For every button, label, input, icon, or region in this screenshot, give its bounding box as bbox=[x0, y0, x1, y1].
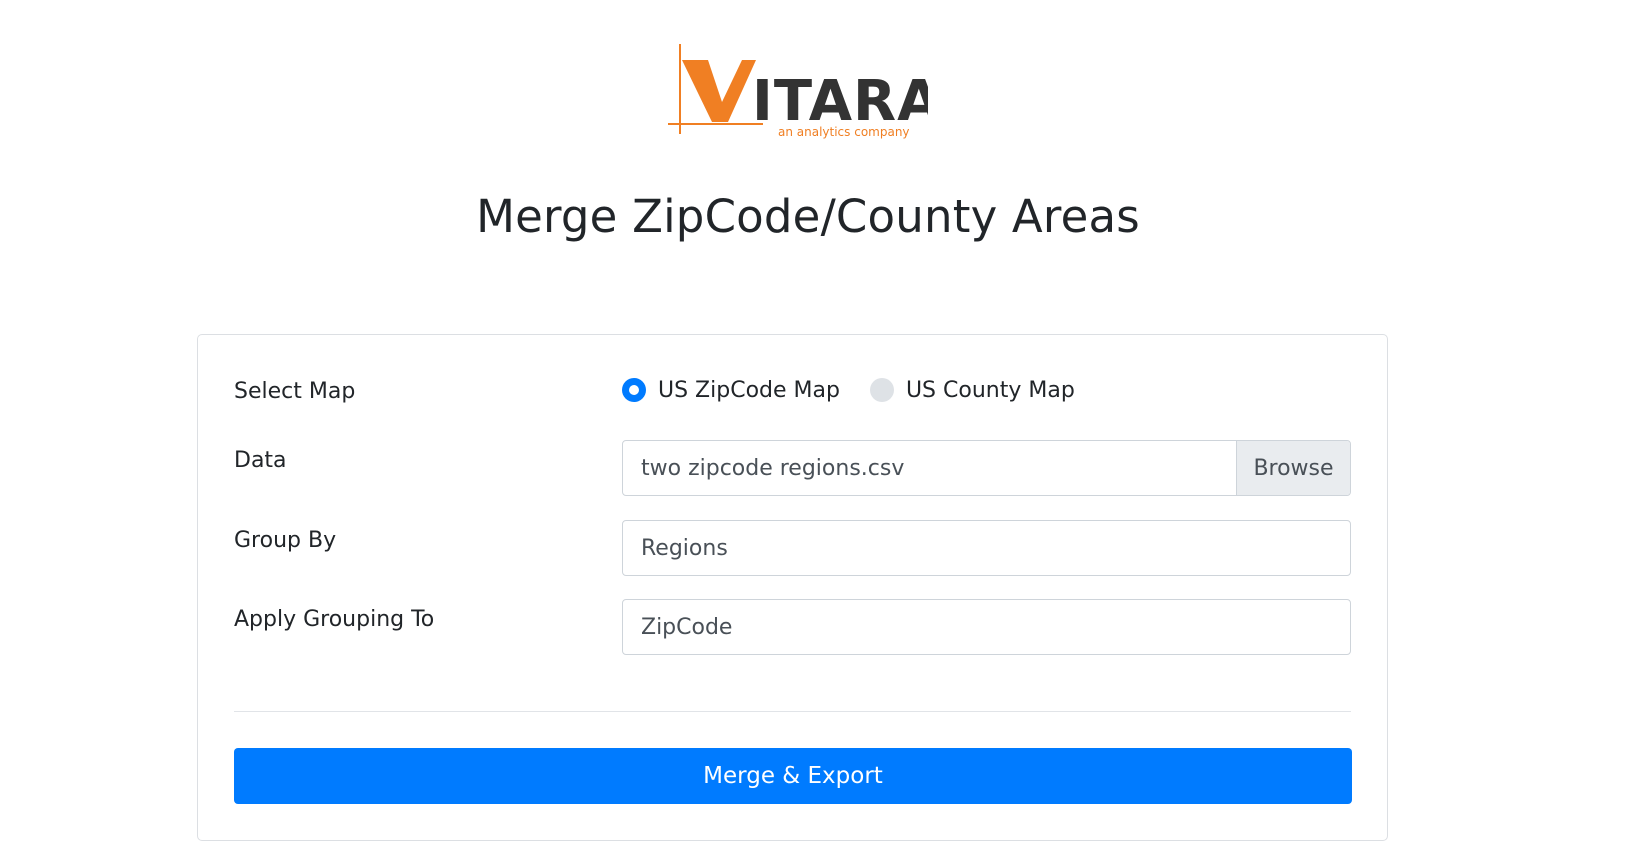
radio-us-zipcode-map[interactable]: US ZipCode Map bbox=[622, 378, 840, 403]
group-by-label: Group By bbox=[234, 528, 337, 553]
apply-grouping-to-label: Apply Grouping To bbox=[234, 607, 435, 632]
radio-checked-icon[interactable] bbox=[622, 378, 646, 402]
form-divider bbox=[234, 711, 1351, 712]
radio-unchecked-icon[interactable] bbox=[869, 378, 894, 402]
browse-button[interactable]: Browse bbox=[1236, 441, 1350, 495]
radio-us-county-map[interactable]: US County Map bbox=[869, 378, 1075, 403]
data-file-input[interactable]: two zipcode regions.csv Browse bbox=[622, 440, 1351, 496]
merge-form-card: Select Map US ZipCode Map US County Map … bbox=[197, 334, 1388, 841]
merge-export-button[interactable]: Merge & Export bbox=[234, 748, 1352, 804]
vitara-logo: ITARA an analytics company bbox=[668, 42, 928, 142]
data-file-name[interactable]: two zipcode regions.csv bbox=[623, 456, 1236, 481]
page-title: Merge ZipCode/County Areas bbox=[476, 190, 1140, 243]
radio-label-us-zipcode-map[interactable]: US ZipCode Map bbox=[658, 378, 840, 403]
map-radio-group: US ZipCode Map US County Map bbox=[622, 375, 1105, 405]
radio-label-us-county-map[interactable]: US County Map bbox=[906, 378, 1075, 403]
apply-grouping-to-input[interactable]: ZipCode bbox=[622, 599, 1351, 655]
logo-tagline: an analytics company bbox=[778, 125, 910, 139]
data-label: Data bbox=[234, 448, 287, 473]
select-map-label: Select Map bbox=[234, 379, 356, 404]
group-by-input[interactable]: Regions bbox=[622, 520, 1351, 576]
